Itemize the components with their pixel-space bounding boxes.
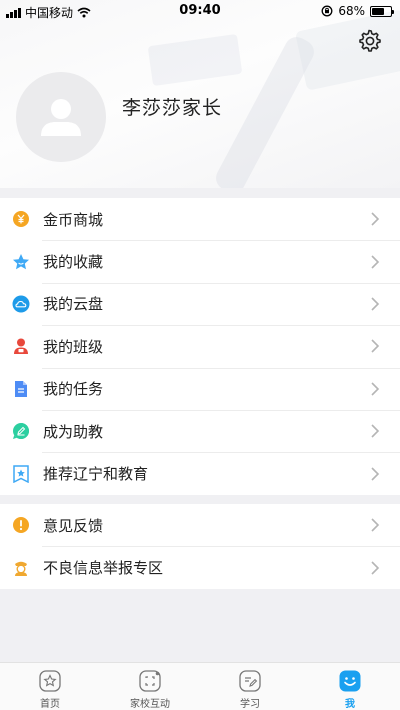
interact-icon (138, 669, 162, 692)
tab-home-school[interactable]: 家校互动 (100, 663, 200, 710)
menu-item-recommend[interactable]: 推荐辽宁和教育 (0, 452, 400, 494)
tab-label: 我 (345, 699, 355, 710)
chevron-right-icon (371, 561, 380, 575)
tab-home[interactable]: 首页 (0, 663, 100, 710)
class-icon (12, 337, 30, 355)
chevron-right-icon (371, 518, 380, 532)
cloud-icon (12, 295, 30, 313)
edit-icon (12, 422, 30, 440)
header-background-decoration (147, 33, 243, 87)
home-star-icon (38, 669, 62, 692)
menu-item-label: 我的任务 (43, 380, 104, 399)
bookmark-star-icon (12, 464, 30, 483)
avatar[interactable] (16, 72, 106, 162)
menu-item-label: 推荐辽宁和教育 (43, 465, 149, 484)
gear-icon (359, 29, 381, 52)
menu-item-label: 我的收藏 (43, 253, 104, 272)
menu-item-label: 意见反馈 (43, 516, 104, 535)
chevron-right-icon (371, 297, 380, 311)
menu-item-coin-mall[interactable]: 金币商城 (0, 198, 400, 240)
orientation-lock-icon (321, 5, 333, 17)
study-icon (238, 669, 262, 692)
chevron-right-icon (371, 424, 380, 438)
tab-label: 首页 (40, 699, 60, 710)
menu-item-report[interactable]: 不良信息举报专区 (0, 546, 400, 588)
battery-icon (370, 5, 394, 17)
settings-button[interactable] (356, 28, 382, 54)
chevron-right-icon (371, 339, 380, 353)
menu-item-label: 我的班级 (43, 337, 104, 356)
chevron-right-icon (371, 466, 380, 481)
battery-fill (372, 7, 385, 15)
menu-group-feedback: 意见反馈 不良信息举报专区 (0, 504, 400, 589)
chevron-right-icon (371, 382, 380, 396)
menu-group-main: 金币商城 我的收藏 我的云盘 我的班级 我的任务 成为助教 推荐辽宁和教育 (0, 198, 400, 495)
report-icon (12, 559, 30, 577)
bottom-tab-bar: 首页 家校互动 学习 我 (0, 662, 400, 710)
default-user-icon (41, 99, 81, 136)
profile-name[interactable]: 李莎莎家长 (122, 93, 222, 120)
menu-item-label: 成为助教 (43, 422, 104, 441)
tab-me[interactable]: 我 (300, 663, 400, 710)
menu-item-feedback[interactable]: 意见反馈 (0, 504, 400, 546)
feedback-icon (12, 516, 30, 534)
tab-study[interactable]: 学习 (200, 663, 300, 710)
menu-item-my-class[interactable]: 我的班级 (0, 325, 400, 367)
star-icon (12, 253, 30, 271)
menu-item-cloud-disk[interactable]: 我的云盘 (0, 282, 400, 325)
menu-item-become-assistant[interactable]: 成为助教 (0, 409, 400, 452)
status-bar: 中国移动 09:40 68% (0, 0, 400, 22)
menu-item-favorites[interactable]: 我的收藏 (0, 240, 400, 282)
chevron-right-icon (371, 212, 380, 226)
profile-header: 李莎莎家长 (0, 0, 400, 188)
task-icon (12, 380, 30, 398)
menu-item-label: 我的云盘 (43, 295, 104, 314)
tab-label: 家校互动 (130, 699, 170, 710)
menu-item-label: 金币商城 (43, 210, 104, 229)
tab-label: 学习 (240, 699, 260, 710)
chevron-right-icon (371, 255, 380, 269)
menu-item-label: 不良信息举报专区 (43, 559, 164, 578)
battery-percent: 68% (338, 4, 365, 18)
coin-icon (12, 210, 30, 228)
me-icon (338, 669, 362, 692)
menu-item-my-tasks[interactable]: 我的任务 (0, 367, 400, 410)
